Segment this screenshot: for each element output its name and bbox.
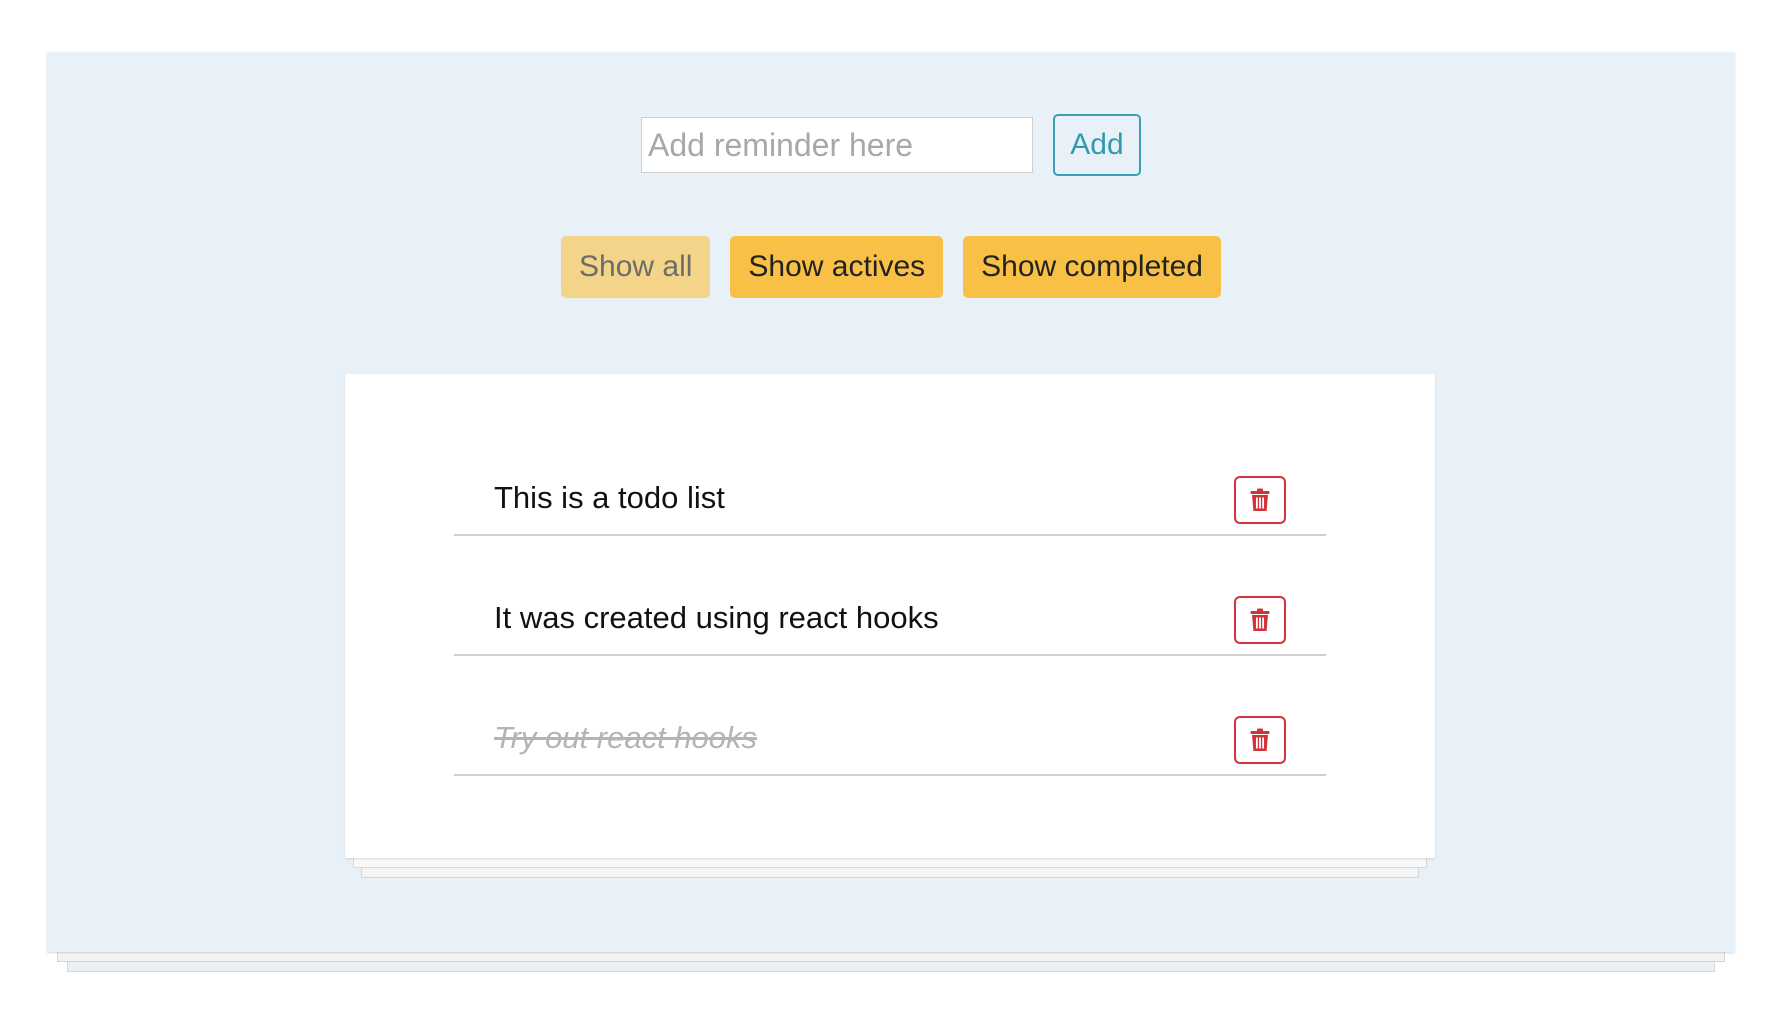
app-container: Add Show all Show actives Show completed… <box>47 52 1735 972</box>
todo-text[interactable]: This is a todo list <box>494 480 725 516</box>
todo-item: This is a todo list <box>454 474 1326 536</box>
delete-button[interactable] <box>1234 716 1286 764</box>
trash-icon <box>1250 608 1270 631</box>
trash-icon <box>1250 488 1270 511</box>
filter-button-group: Show all Show actives Show completed <box>47 236 1735 298</box>
main-panel: Add Show all Show actives Show completed… <box>47 52 1735 952</box>
show-actives-button[interactable]: Show actives <box>730 236 944 298</box>
todo-text[interactable]: It was created using react hooks <box>494 600 939 636</box>
show-completed-button[interactable]: Show completed <box>963 236 1221 298</box>
todo-list: This is a todo list It was created using… <box>454 474 1326 778</box>
add-button[interactable]: Add <box>1053 114 1141 176</box>
todo-text[interactable]: Try out react hooks <box>494 720 757 756</box>
todo-item: It was created using react hooks <box>454 538 1326 656</box>
show-all-button[interactable]: Show all <box>561 236 711 298</box>
todo-card-stack: This is a todo list It was created using… <box>345 374 1435 878</box>
add-reminder-form: Add <box>47 114 1735 176</box>
delete-button[interactable] <box>1234 476 1286 524</box>
todo-card: This is a todo list It was created using… <box>345 374 1435 858</box>
todo-item-completed: Try out react hooks <box>454 658 1326 776</box>
reminder-input[interactable] <box>641 117 1033 173</box>
delete-button[interactable] <box>1234 596 1286 644</box>
trash-icon <box>1250 728 1270 751</box>
